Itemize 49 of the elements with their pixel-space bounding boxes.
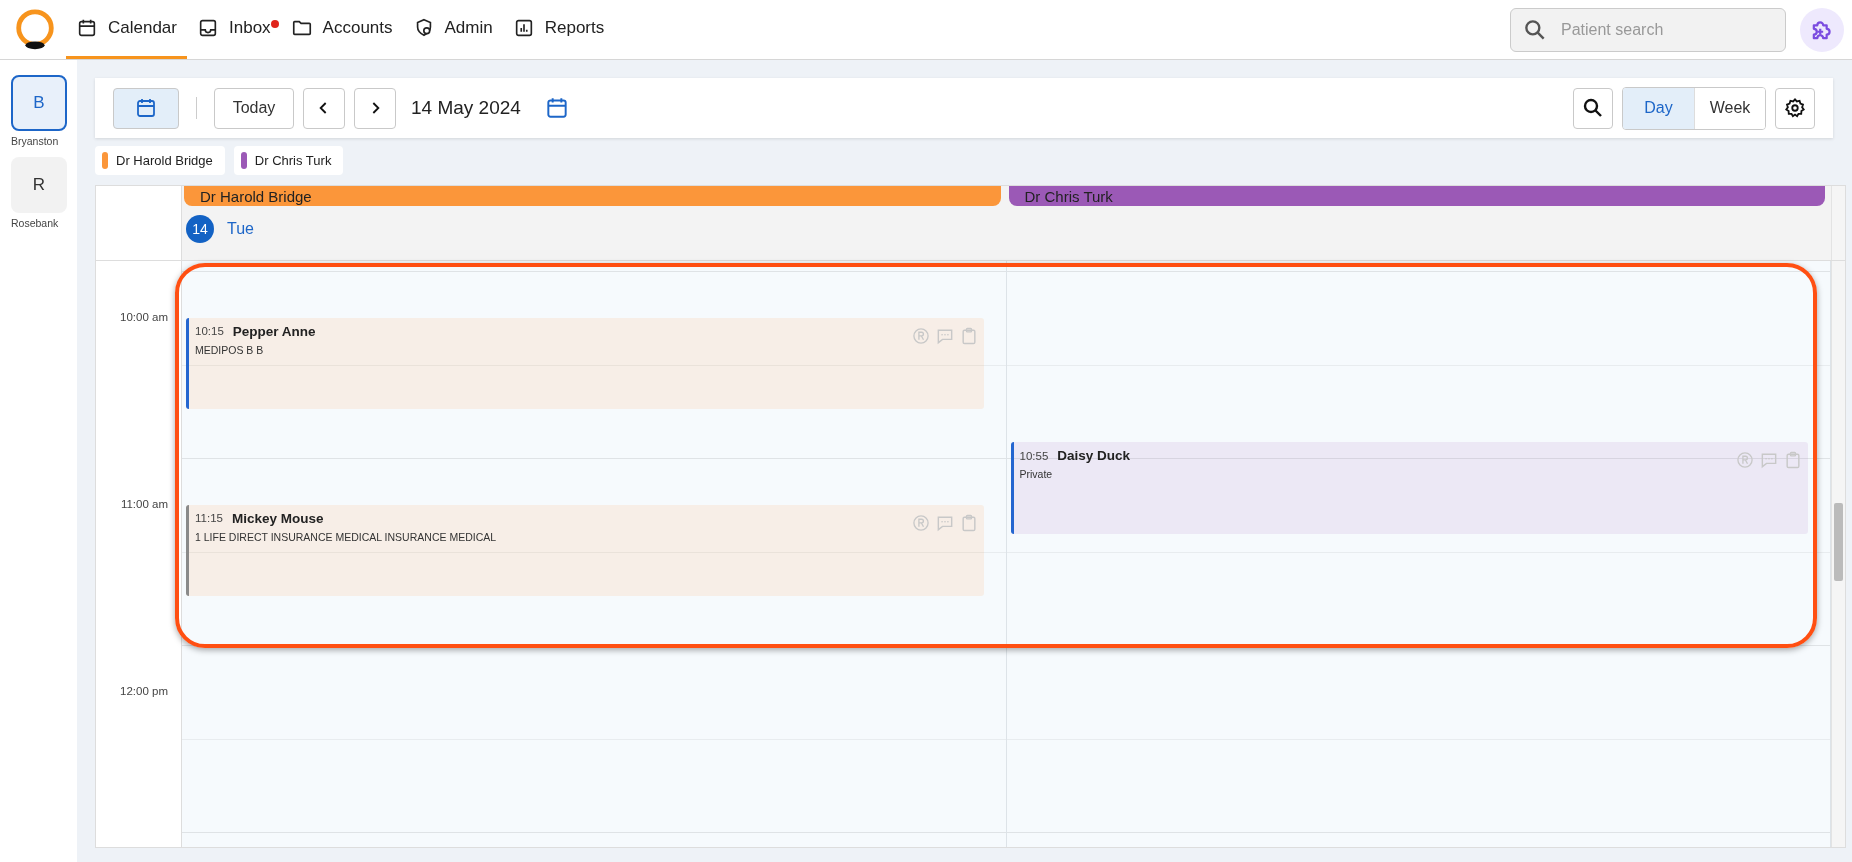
nav-tab[interactable]: Reports [502, 0, 615, 59]
location-name: Bryanston [11, 135, 60, 147]
settings-button[interactable] [1775, 87, 1815, 129]
search-button[interactable] [1573, 87, 1613, 129]
settings-icon [1784, 97, 1806, 119]
scrollbar[interactable] [1831, 261, 1845, 847]
practitioner-header: Dr Chris Turk [1008, 186, 1825, 206]
calendar-icon [134, 96, 158, 120]
inbox-tray-icon [197, 17, 219, 39]
calendar-view-button[interactable] [113, 87, 179, 129]
patient-name: Pepper Anne [232, 323, 316, 339]
practitioner-chip[interactable]: Dr Harold Bridge [95, 146, 225, 175]
time-label: 12:00 pm [120, 684, 168, 697]
nav-tab[interactable]: Admin [402, 0, 503, 59]
appointment-card[interactable]: 10:55 Daisy Duck Private [1010, 442, 1808, 534]
calendar-icon [76, 17, 98, 39]
patient-name: Mickey Mouse [231, 510, 324, 526]
appointment-card[interactable]: 10:15 Pepper Anne MEDIPOS B B [186, 317, 984, 410]
appointment-time: 11:15 [195, 512, 223, 525]
appointment-detail: MEDIPOS B B [195, 343, 265, 356]
patient-search-field[interactable]: Patient search [1510, 7, 1786, 52]
practitioner-header: Dr Harold Bridge [184, 186, 1001, 206]
location-button[interactable]: B [11, 75, 67, 131]
appointment-time: 10:55 [1019, 449, 1049, 462]
next-button[interactable] [354, 87, 396, 129]
location-name: Rosebank [11, 217, 60, 229]
registered-icon[interactable] [910, 512, 931, 533]
time-label: 11:00 am [120, 497, 168, 510]
nav-tab[interactable]: Accounts [280, 0, 403, 59]
previous-button[interactable] [303, 87, 345, 129]
view-tab[interactable]: Day [1623, 87, 1694, 129]
day-number-badge: 14 [186, 215, 214, 243]
current-date: 14 May 2024 [411, 97, 521, 119]
appointment-detail: Private [1019, 468, 1054, 481]
location-button[interactable]: R [11, 157, 67, 213]
weekday-label[interactable]: Tue [227, 220, 254, 238]
today-button[interactable]: Today [214, 87, 294, 129]
nav-tab[interactable]: Inbox [187, 0, 281, 59]
registered-icon[interactable] [1735, 450, 1755, 471]
appointment-detail: 1 LIFE DIRECT INSURANCE MEDICAL INSURANCE MEDICAL [195, 530, 498, 543]
extension-button[interactable] [1800, 7, 1844, 52]
appointment-time: 10:15 [195, 325, 224, 338]
patient-name: Daisy Duck [1057, 448, 1131, 464]
clipboard-icon[interactable] [1783, 450, 1803, 471]
practitioner-chip[interactable]: Dr Chris Turk [233, 146, 344, 175]
view-tab[interactable]: Week [1694, 87, 1765, 129]
appointment-card[interactable]: 11:15 Mickey Mouse 1 LIFE DIRECT INSURANCE MEDICAL INSURANCE MEDICAL [186, 504, 984, 597]
registered-icon[interactable] [910, 325, 931, 346]
time-label: 10:00 am [120, 310, 168, 323]
